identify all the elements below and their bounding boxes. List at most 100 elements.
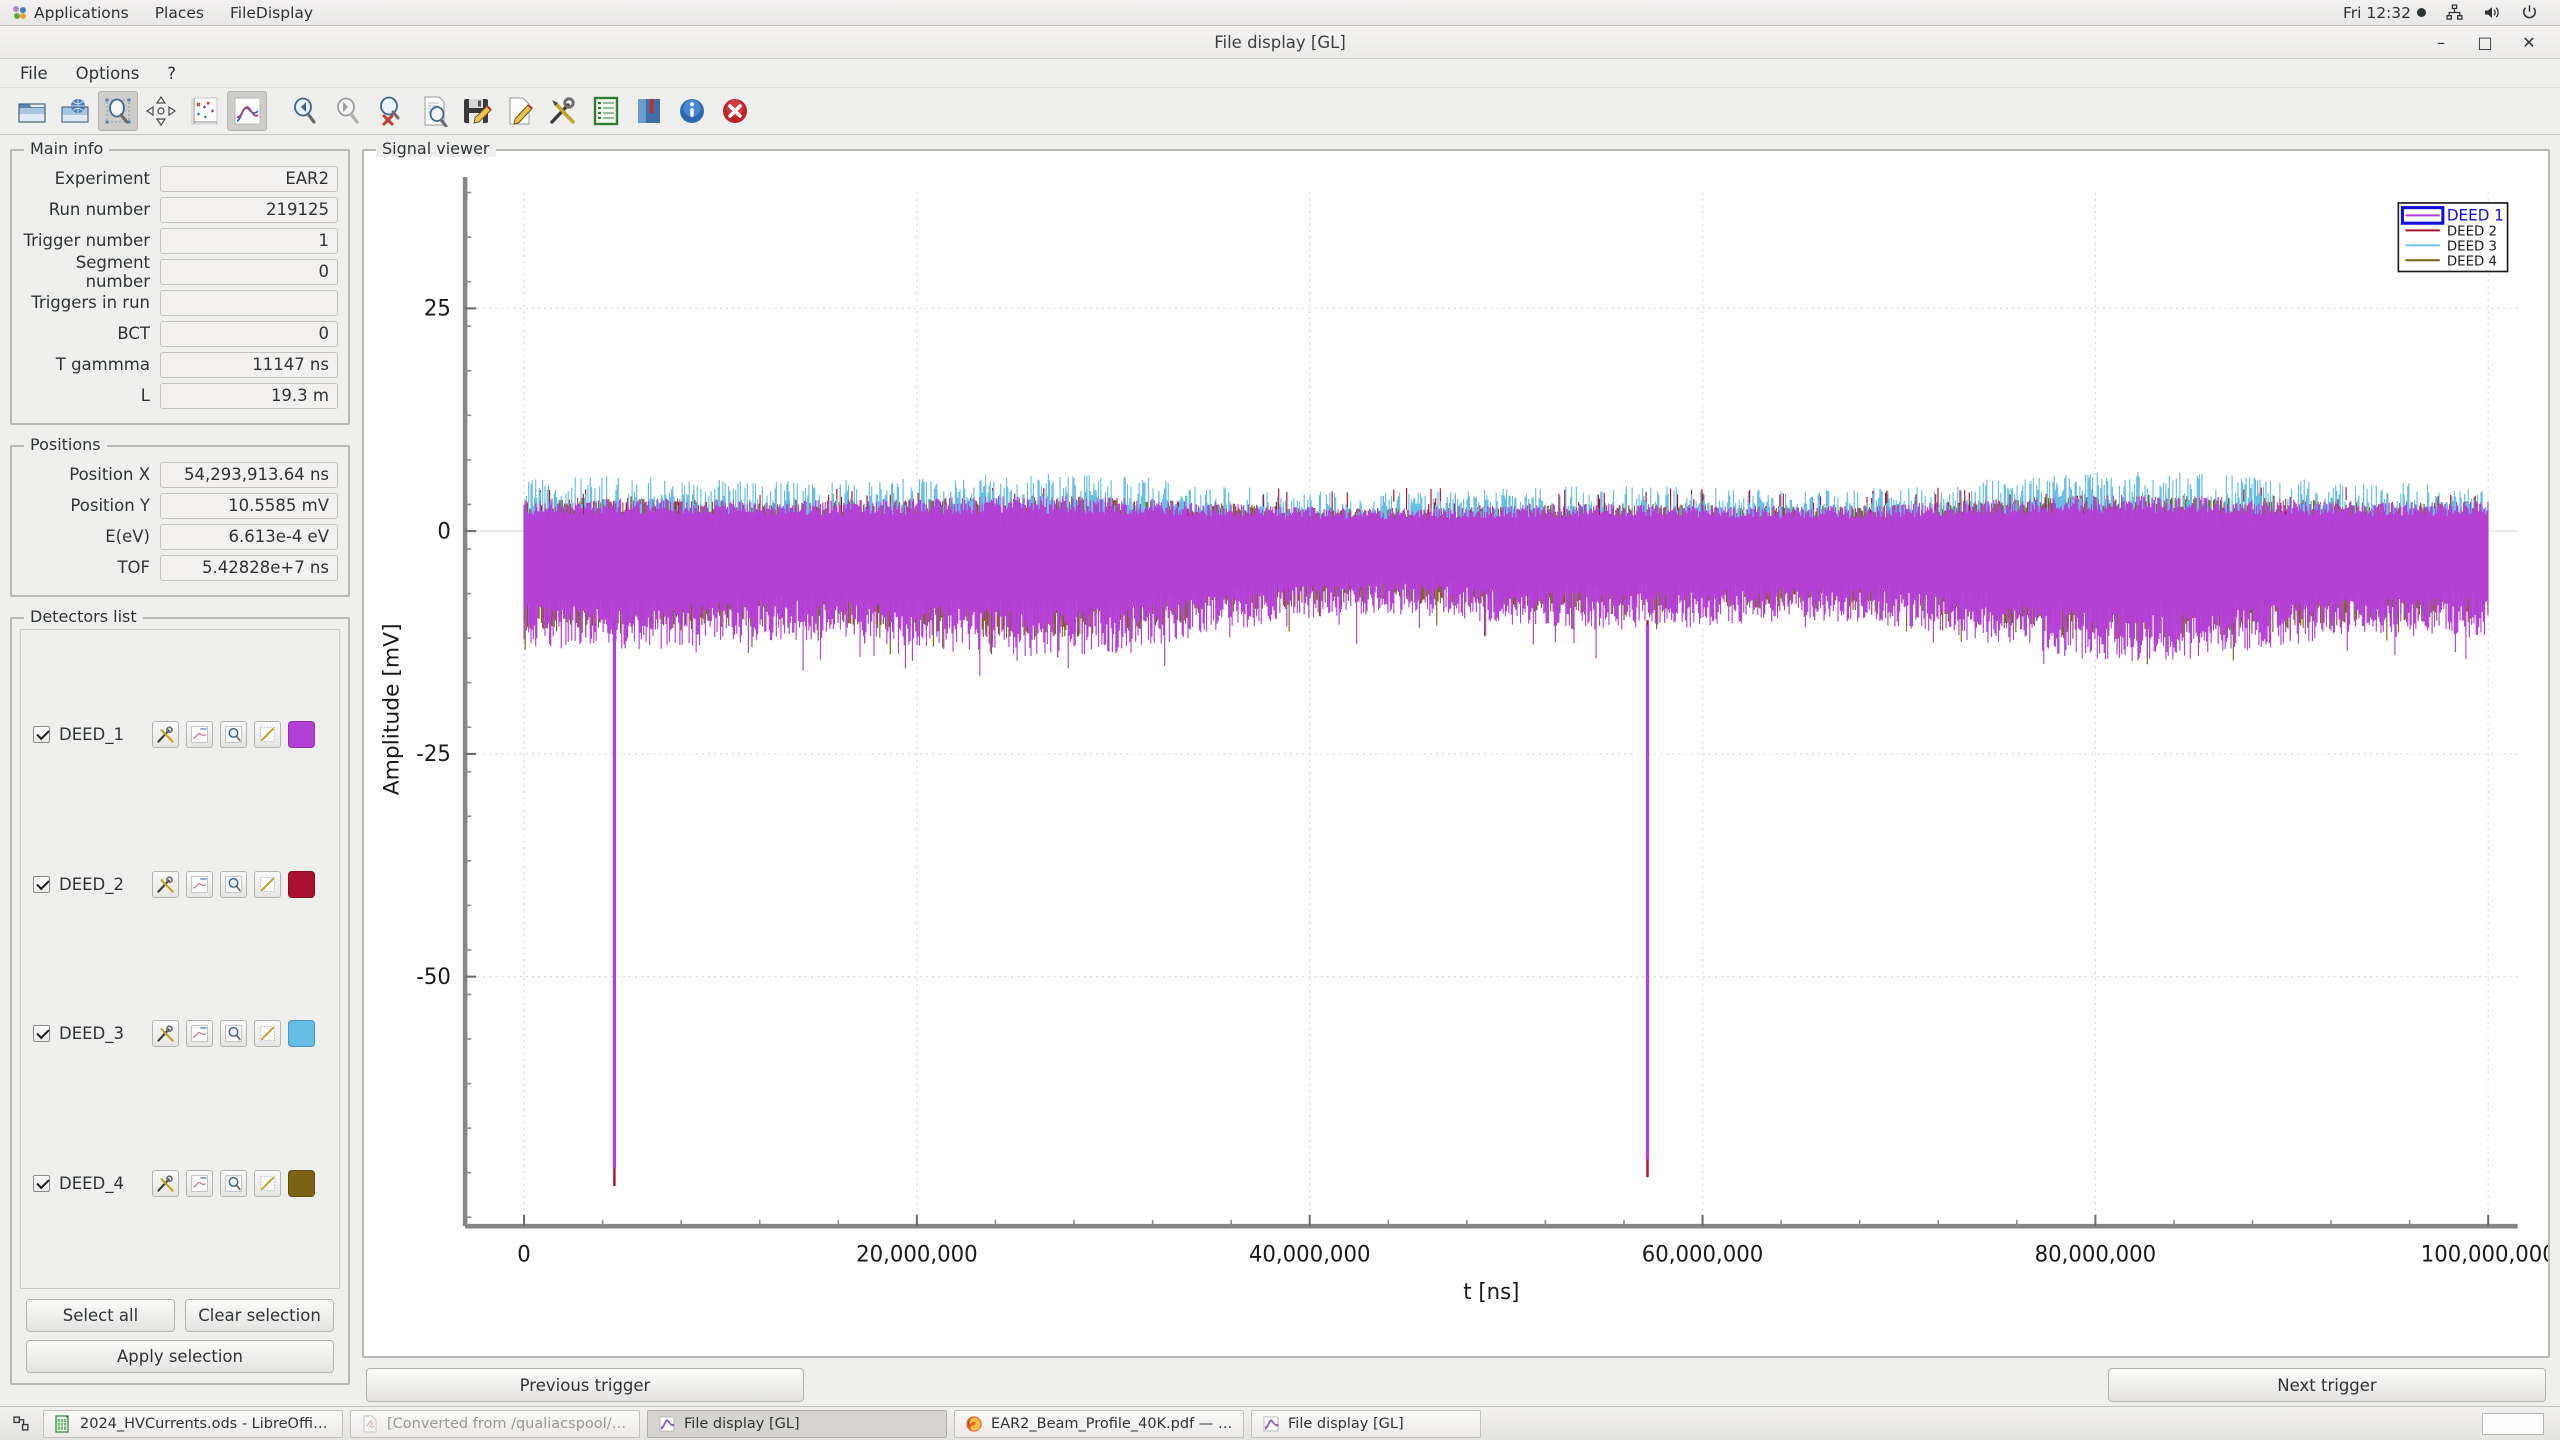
zoom-delete-icon[interactable] [371,91,411,131]
menu-options[interactable]: Options [64,61,152,86]
detector-label: DEED_3 [59,1024,152,1043]
svg-text:40,000,000: 40,000,000 [1249,1242,1371,1267]
position-y-value[interactable]: 10.5585 mV [160,493,338,519]
detector-checkbox[interactable] [33,726,50,743]
show-desktop-icon[interactable] [6,1410,36,1438]
detector-checkbox[interactable] [33,876,50,893]
tools-settings-icon[interactable] [152,871,179,898]
detector-color-swatch[interactable] [288,1170,315,1197]
info-icon[interactable] [672,91,712,131]
document-search-icon[interactable] [414,91,454,131]
positions-group: Positions Position X 54,293,913.64 ns Po… [10,437,350,597]
field-bct: BCT 0 [18,320,338,347]
panel-network[interactable] [2438,0,2471,26]
detector-row-deed-1[interactable]: DEED_1 [33,721,327,748]
menu-file[interactable]: File [8,61,60,86]
panel-item-filedisplay[interactable]: FileDisplay [217,0,326,26]
detector-row-deed-3[interactable]: DEED_3 [33,1020,327,1047]
position-x-value[interactable]: 54,293,913.64 ns [160,462,338,488]
detector-label: DEED_4 [59,1174,152,1193]
panel-power[interactable] [2513,0,2546,26]
signal-plot-canvas[interactable]: 020,000,00040,000,00060,000,00080,000,00… [362,149,2550,1358]
tof-value[interactable]: 5.42828e+7 ns [160,555,338,581]
taskbar-item-file-display-1[interactable]: File display [GL] [647,1410,947,1438]
gnome-logo-icon [13,6,27,20]
t-gamma-value[interactable]: 11147 ns [160,352,338,378]
taskbar-item-firefox-pdf[interactable]: EAR2_Beam_Profile_40K.pdf — Mo... [954,1410,1244,1438]
plot-settings-icon[interactable] [186,1170,213,1197]
edit-line-icon[interactable] [254,721,281,748]
edit-document-icon[interactable] [500,91,540,131]
inspect-icon[interactable] [220,1170,247,1197]
next-trigger-button[interactable]: Next trigger [2108,1368,2546,1402]
taskbar-item-label: [Converted from /qualiacspool/wcer... [387,1416,629,1432]
close-button[interactable]: ✕ [2520,33,2538,52]
document-icon [361,1415,379,1433]
detector-checkbox[interactable] [33,1025,50,1042]
minimize-button[interactable]: – [2432,33,2450,52]
inspect-icon[interactable] [220,1020,247,1047]
energy-ev-value[interactable]: 6.613e-4 eV [160,524,338,550]
triggers-in-run-value[interactable] [160,290,338,316]
svg-text:DEED 3: DEED 3 [2447,238,2497,254]
panel-volume[interactable] [2475,0,2509,26]
edit-line-icon[interactable] [254,871,281,898]
taskbar-item-file-display-2[interactable]: File display [GL] [1251,1410,1481,1438]
list-view-icon[interactable] [586,91,626,131]
taskbar-item-libreoffice-calc[interactable]: 2024_HVCurrents.ods - LibreOffice... [43,1410,343,1438]
line-plot-icon[interactable] [227,91,267,131]
bct-value[interactable]: 0 [160,321,338,347]
detector-color-swatch[interactable] [288,721,315,748]
workspace-switcher[interactable] [2482,1413,2544,1435]
experiment-value[interactable]: EAR2 [160,166,338,192]
taskbar-item-converted-document[interactable]: [Converted from /qualiacspool/wcer... [350,1410,640,1438]
detector-row-deed-4[interactable]: DEED_4 [33,1170,327,1197]
panel-item-applications[interactable]: Applications [0,0,142,26]
tools-settings-icon[interactable] [543,91,583,131]
field-tof: TOF 5.42828e+7 ns [18,554,338,581]
scatter-points-icon[interactable] [184,91,224,131]
tools-settings-icon[interactable] [152,1170,179,1197]
detector-color-swatch[interactable] [288,871,315,898]
zoom-previous-icon[interactable] [285,91,325,131]
detector-label: DEED_1 [59,725,152,744]
tools-settings-icon[interactable] [152,721,179,748]
svg-text:20,000,000: 20,000,000 [856,1242,978,1267]
pan-move-icon[interactable] [141,91,181,131]
detector-checkbox[interactable] [33,1175,50,1192]
plot-settings-icon[interactable] [186,1020,213,1047]
apply-selection-button[interactable]: Apply selection [26,1340,334,1373]
signal-viewer-title: Signal viewer [376,141,496,157]
menu-help[interactable]: ? [155,61,188,86]
maximize-button[interactable]: □ [2476,33,2494,52]
plot-settings-icon[interactable] [186,721,213,748]
segment-number-value[interactable]: 0 [160,259,338,285]
edit-line-icon[interactable] [254,1020,281,1047]
signal-plot-svg[interactable]: 020,000,00040,000,00060,000,00080,000,00… [364,151,2548,1356]
save-edit-icon[interactable] [457,91,497,131]
calc-icon [54,1415,72,1433]
open-network-file-icon[interactable] [55,91,95,131]
l-value[interactable]: 19.3 m [160,383,338,409]
zoom-next-icon[interactable] [328,91,368,131]
clear-selection-button[interactable]: Clear selection [185,1299,334,1332]
previous-trigger-button[interactable]: Previous trigger [366,1368,804,1402]
detectors-listbox[interactable]: DEED_1 [20,629,340,1289]
panel-clock[interactable]: Fri 12:32 [2335,0,2434,26]
detector-color-swatch[interactable] [288,1020,315,1047]
close-icon[interactable] [715,91,755,131]
field-label: Position X [18,465,160,484]
tools-settings-icon[interactable] [152,1020,179,1047]
open-folder-icon[interactable] [12,91,52,131]
run-number-value[interactable]: 219125 [160,197,338,223]
inspect-icon[interactable] [220,721,247,748]
trigger-number-value[interactable]: 1 [160,228,338,254]
plot-settings-icon[interactable] [186,871,213,898]
inspect-icon[interactable] [220,871,247,898]
bookmark-icon[interactable] [629,91,669,131]
detector-row-deed-2[interactable]: DEED_2 [33,871,327,898]
select-all-button[interactable]: Select all [26,1299,175,1332]
zoom-select-icon[interactable] [98,91,138,131]
panel-item-places[interactable]: Places [142,0,217,26]
edit-line-icon[interactable] [254,1170,281,1197]
